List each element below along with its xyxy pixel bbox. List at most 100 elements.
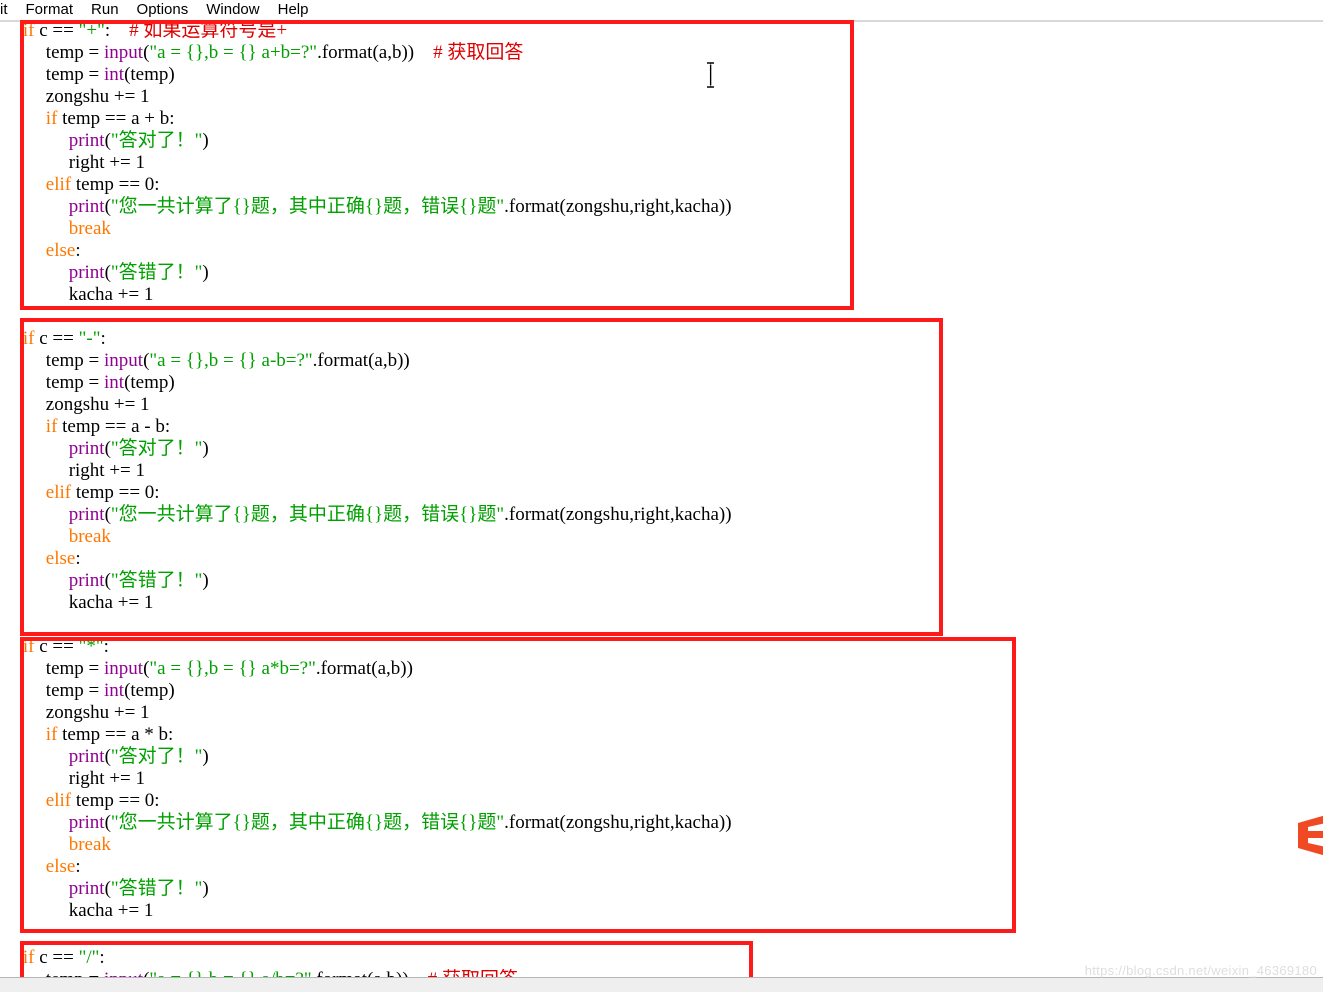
code-editor-canvas[interactable]: if c == "+": # 如果运算符号是+ temp = input("a =… — [0, 22, 1323, 977]
code-token-pl: zongshu += 1 — [45, 394, 150, 415]
code-line: elif temp == 0: — [46, 174, 160, 196]
code-line: print("您一共计算了{}题，其中正确{}题，错误{}题".format(z… — [69, 812, 732, 834]
code-token-pl: kacha += 1 — [68, 900, 154, 921]
code-token-kw: elif — [45, 482, 72, 503]
code-token-pl: .format(zongshu,right,kacha)) — [504, 196, 732, 217]
code-token-bi: input — [104, 969, 143, 977]
code-line: right += 1 — [69, 152, 145, 174]
code-token-str: "答错了！" — [110, 570, 203, 591]
code-line: if c == "-": — [23, 328, 106, 350]
code-token-str: "答对了！" — [110, 130, 203, 151]
code-token-kw: if — [22, 22, 35, 41]
code-token-pl: ) — [202, 130, 209, 151]
code-token-bi: input — [104, 350, 144, 371]
code-token-kw: break — [68, 834, 111, 855]
code-token-pl: temp == a + b: — [57, 108, 175, 129]
code-token-bi: print — [68, 504, 105, 525]
code-token-pl: temp == a * b: — [57, 724, 174, 745]
code-line: if c == "*": — [23, 636, 109, 658]
code-line: zongshu += 1 — [46, 86, 150, 108]
csdn-watermark: https://blog.csdn.net/weixin_46369180 — [1084, 963, 1317, 978]
code-line: else: — [46, 548, 81, 570]
code-token-pl: (temp) — [124, 64, 175, 85]
code-token-str: "a = {},b = {} a+b=?" — [149, 42, 318, 63]
code-token-bi: print — [68, 438, 105, 459]
code-token-str: "/" — [78, 947, 100, 968]
code-token-pl: (temp) — [124, 372, 175, 393]
code-token-pl: temp == 0: — [71, 790, 160, 811]
code-token-pl: : — [100, 328, 106, 349]
menu-item-run[interactable]: Run — [82, 0, 128, 20]
code-token-pl: ) — [202, 746, 209, 767]
menu-item-options[interactable]: Options — [128, 0, 198, 20]
code-token-str: "您一共计算了{}题，其中正确{}题，错误{}题" — [110, 812, 505, 833]
code-line: temp = int(temp) — [46, 372, 175, 394]
code-token-pl: .format(a,b)) — [312, 969, 409, 977]
code-line: break — [69, 526, 111, 548]
code-token-str: "您一共计算了{}题，其中正确{}题，错误{}题" — [110, 196, 505, 217]
code-token-cmt: # 获取回答 — [433, 42, 524, 63]
menu-item-window[interactable]: Window — [197, 0, 268, 20]
code-token-pl: temp = — [45, 64, 105, 85]
code-token-str: "答错了！" — [110, 878, 203, 899]
code-token-str: "您一共计算了{}题，其中正确{}题，错误{}题" — [110, 504, 505, 525]
code-token-str: "a = {},b = {} a-b=?" — [149, 350, 313, 371]
code-line: break — [69, 834, 111, 856]
code-token-pl: zongshu += 1 — [45, 86, 150, 107]
code-token-pl: c == — [34, 947, 79, 968]
code-line: temp = input("a = {},b = {} a*b=?".forma… — [46, 658, 413, 680]
code-token-kw: if — [22, 636, 35, 657]
code-token-str: "答对了！" — [110, 438, 203, 459]
code-token-str: "答错了！" — [110, 262, 203, 283]
code-token-pl: ) — [202, 570, 209, 591]
code-line: kacha += 1 — [69, 592, 154, 614]
menu-item-it[interactable]: it — [0, 0, 17, 20]
code-token-pl: temp = — [45, 680, 105, 701]
menu-item-format[interactable]: Format — [17, 0, 83, 20]
code-token-kw: if — [45, 108, 58, 129]
code-token-pl: temp == a - b: — [57, 416, 171, 437]
code-line: elif temp == 0: — [46, 482, 160, 504]
status-bar — [0, 978, 1323, 992]
code-token-bi: print — [68, 570, 105, 591]
code-token-pl: .format(a,b)) — [315, 658, 413, 679]
code-token-pl: ) — [202, 878, 209, 899]
code-line: print("您一共计算了{}题，其中正确{}题，错误{}题".format(z… — [69, 504, 732, 526]
code-token-pl: temp == 0: — [71, 174, 160, 195]
code-token-pl: .format(a,b)) — [317, 42, 415, 63]
code-token-bi: int — [104, 64, 125, 85]
code-token-pl: temp = — [45, 350, 105, 371]
code-token-cmt: # 如果运算符号是+ — [129, 22, 288, 41]
code-token-pl: kacha += 1 — [68, 592, 154, 613]
code-token-kw: else — [45, 856, 76, 877]
code-line: temp = input("a = {},b = {} a+b=?".forma… — [46, 42, 524, 64]
menu-item-help[interactable]: Help — [269, 0, 318, 20]
code-token-pl: temp = — [45, 658, 105, 679]
code-token-kw: if — [45, 416, 58, 437]
code-token-pl: right += 1 — [68, 768, 146, 789]
code-token-pl: temp = — [45, 42, 105, 63]
code-line: right += 1 — [69, 768, 145, 790]
code-token-pl: temp == 0: — [71, 482, 160, 503]
code-token-str: "-" — [78, 328, 101, 349]
code-token-pl: .format(zongshu,right,kacha)) — [504, 812, 732, 833]
code-line: temp = input("a = {},b = {} a-b=?".forma… — [46, 350, 410, 372]
code-line: elif temp == 0: — [46, 790, 160, 812]
code-line: print("答错了！") — [69, 262, 209, 284]
code-token-cmt: # 获取回答 — [428, 969, 518, 977]
code-token-pl: kacha += 1 — [68, 284, 154, 305]
code-token-kw: elif — [45, 790, 72, 811]
code-token-bi: print — [68, 878, 105, 899]
code-token-pl: .format(a,b)) — [312, 350, 410, 371]
code-token-kw: break — [68, 218, 111, 239]
code-token-pl: : — [75, 856, 81, 877]
code-line: temp = int(temp) — [46, 64, 175, 86]
code-line: break — [69, 218, 111, 240]
partial-orange-logo-icon — [1296, 812, 1323, 858]
code-line: if c == "/": — [23, 947, 105, 969]
code-token-pl: : — [99, 947, 105, 968]
code-token-str: "+" — [78, 22, 105, 41]
